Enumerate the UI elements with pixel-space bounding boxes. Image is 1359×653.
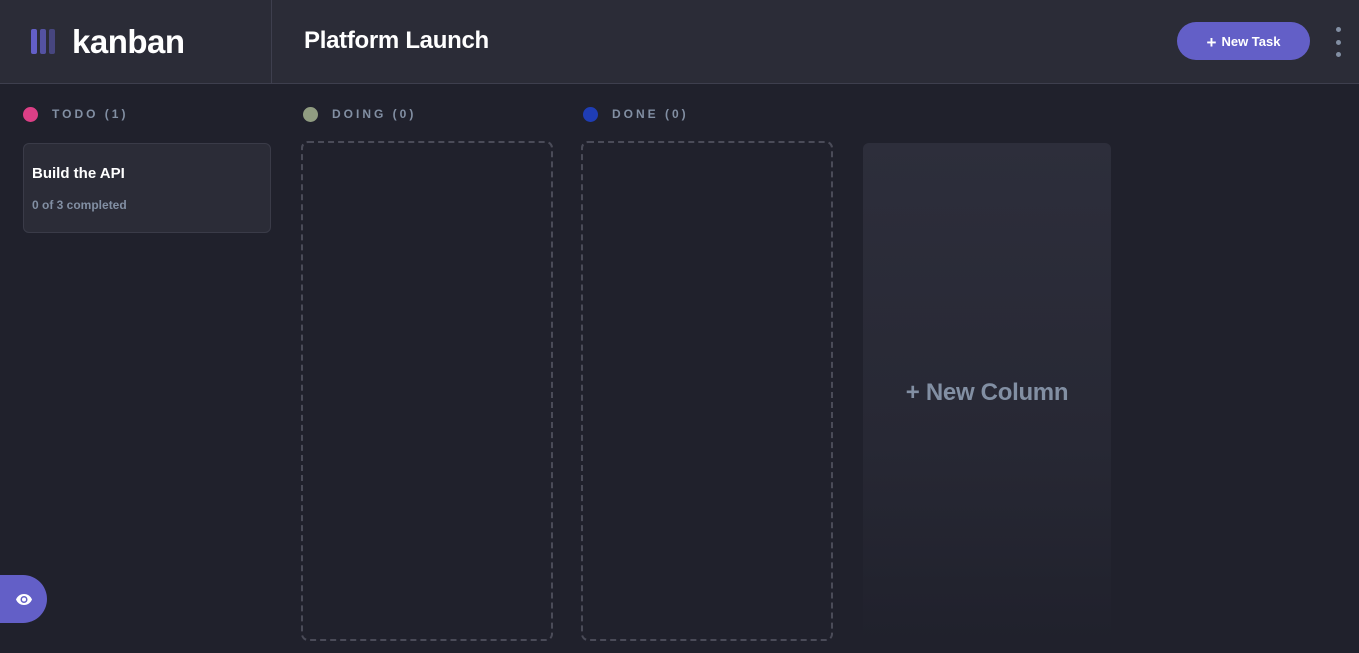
- kanban-app: kanban Platform Launch + New Task TODO (…: [0, 0, 1359, 653]
- column-header-doing: DOING (0): [303, 105, 416, 123]
- empty-column-dropzone-done: [581, 141, 833, 641]
- new-task-label: New Task: [1221, 33, 1281, 49]
- task-title: Build the API: [32, 165, 125, 182]
- top-header: kanban Platform Launch + New Task: [0, 0, 1359, 84]
- column-title: DONE (0): [612, 107, 689, 121]
- brand-name: kanban: [72, 22, 185, 60]
- brand: kanban: [0, 0, 272, 83]
- new-column-label: + New Column: [905, 379, 1069, 406]
- eye-icon: [15, 593, 32, 605]
- column-header-todo: TODO (1): [23, 105, 128, 123]
- column-title: DOING (0): [332, 107, 417, 121]
- show-sidebar-button[interactable]: [0, 575, 47, 623]
- column-title: TODO (1): [52, 107, 129, 121]
- column-header-done: DONE (0): [583, 105, 689, 123]
- new-task-button[interactable]: + New Task: [1177, 22, 1310, 60]
- column-color-dot: [23, 106, 38, 122]
- column-color-dot: [303, 106, 318, 122]
- plus-icon: +: [1206, 32, 1217, 52]
- column-color-dot: [583, 106, 598, 122]
- new-column-button[interactable]: + New Column: [863, 143, 1111, 643]
- vertical-ellipsis-icon[interactable]: [1328, 26, 1348, 58]
- kanban-logo-icon: [31, 29, 55, 54]
- task-subtask-count: 0 of 3 completed: [32, 198, 127, 212]
- empty-column-dropzone-doing: [301, 141, 553, 641]
- board-title: Platform Launch: [304, 27, 489, 54]
- task-card[interactable]: Build the API 0 of 3 completed: [23, 143, 271, 233]
